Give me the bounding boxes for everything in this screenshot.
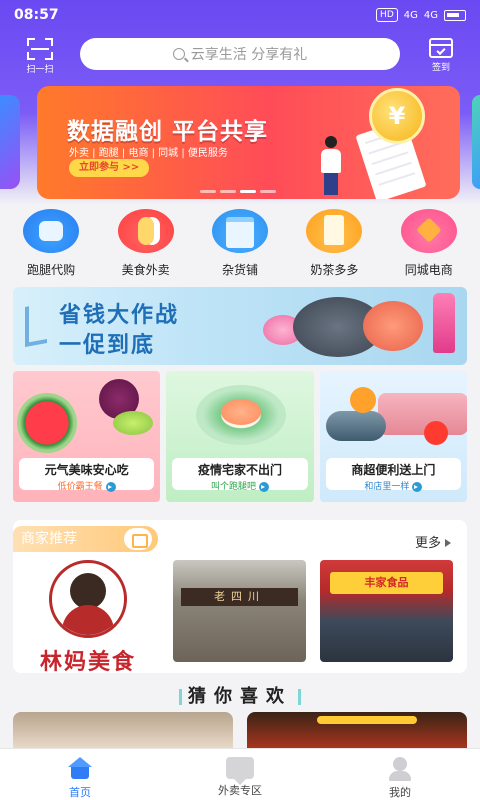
courier-box-icon [23,209,80,253]
recommendation-item[interactable] [247,712,467,748]
milk-tea-icon [306,209,363,253]
merchant-card-linma[interactable]: 林妈美食 [13,556,163,675]
card-title: 商超便利送上门 [351,463,436,477]
user-icon [387,757,413,781]
category-grocery[interactable]: 杂货铺 [195,205,285,280]
lime-image [113,411,153,435]
status-bar: 08:57 HD 4G 4G [0,0,480,30]
card-title: 元气美味安心吃 [44,463,129,477]
promo-title: 省钱大作战 [59,303,180,328]
merchant-card-store[interactable]: 丰家食品 [320,560,453,662]
banner-subtitle: 外卖 | 跑腿 | 电商 | 同城 | 便民服务 [69,148,228,159]
arrow-right-icon [412,481,423,492]
category-label: 杂货铺 [221,263,258,277]
status-indicators: HD 4G 4G [376,8,466,22]
card-caption: 元气美味安心吃 低价霸王餐 [19,458,155,492]
promo-banner[interactable]: 省钱大作战 一促到底 [13,287,467,365]
card-subtitle: 和店里一样 [326,479,461,492]
home-icon [65,757,95,781]
seafood-illustration [243,287,467,365]
signal-4g-2: 4G [423,9,438,21]
banner-cta-button[interactable]: 立即参与 >> [69,159,150,177]
search-placeholder: 云享生活 分享有礼 [190,47,308,63]
signal-4g-1: 4G [403,9,418,21]
orange-image [349,387,376,413]
more-label: 更多 [414,536,441,551]
arrow-decoration [25,303,47,347]
tab-profile[interactable]: 我的 [320,749,480,800]
tab-takeout[interactable]: 外卖专区 [160,749,320,800]
merchant-logo [49,560,127,638]
person-illustration [317,136,345,196]
card-subtitle: 低价霸王餐 [19,479,154,492]
hd-badge: HD [376,8,398,22]
merchant-name: 林妈美食 [39,650,136,675]
banner-title: 数据融创 平台共享 [67,119,269,145]
scan-icon [27,38,53,60]
guess-you-like-heading: 猜你喜欢 [0,682,480,708]
divider-bar [179,689,182,705]
search-bar[interactable]: 云享生活 分享有礼 [80,38,400,70]
hero-banner[interactable]: 数据融创 平台共享 外卖 | 跑腿 | 电商 | 同城 | 便民服务 立即参与 … [37,86,460,199]
sign-in-button[interactable]: 签到 [424,38,458,73]
category-label: 美食外卖 [121,263,170,277]
shop-sign: 老四川 [181,588,298,606]
card-title: 疫情宅家不出门 [197,463,282,477]
shop-sign: 丰家食品 [330,572,443,594]
merchant-section-title: 商家推荐 [21,531,77,547]
tomato-image [423,421,448,445]
divider-bar [298,689,301,705]
fish-image [325,411,386,441]
status-time: 08:57 [14,7,59,23]
category-grid: 跑腿代购 美食外卖 杂货铺 奶茶多多 同城电商 [0,205,480,280]
store-icon [124,528,152,550]
card-supermarket[interactable]: 商超便利送上门 和店里一样 [319,371,467,502]
category-label: 同城电商 [404,263,453,277]
promo-subtitle: 一促到底 [59,333,156,358]
tab-label: 我的 [389,786,411,799]
coin-icon: ¥ [369,88,425,144]
card-caption: 疫情宅家不出门 叫个跑腿吧 [172,458,308,492]
merchant-section-tag: 商家推荐 [13,526,158,552]
grocery-icon [211,209,268,253]
heart-shop-icon [400,209,457,253]
carousel-dots [200,190,276,193]
category-errand[interactable]: 跑腿代购 [6,205,96,280]
category-food-delivery[interactable]: 美食外卖 [101,205,191,280]
play-arrow-icon [445,539,451,547]
meat-image [377,393,467,435]
sign-in-label: 签到 [431,63,450,73]
recommendation-item[interactable] [13,712,233,748]
merchant-recommendations: 商家推荐 更多 林妈美食 老四川 丰家食品 [13,520,467,675]
calendar-check-icon [429,38,453,58]
battery-icon [444,9,466,21]
card-caption: 商超便利送上门 和店里一样 [325,458,461,492]
more-merchants-link[interactable]: 更多 [415,532,451,551]
category-label: 跑腿代购 [27,263,76,277]
arrow-right-icon [259,481,269,492]
arrow-right-icon [105,481,116,492]
tab-home[interactable]: 首页 [0,749,160,800]
scan-button[interactable]: 扫一扫 [22,38,58,75]
message-icon [226,757,254,785]
watermelon-image [17,393,77,453]
card-errand-service[interactable]: 疫情宅家不出门 叫个跑腿吧 [166,371,314,502]
bottom-tab-bar: 首页 外卖专区 我的 [0,748,480,800]
carousel-next-slide[interactable] [472,95,480,189]
card-subtitle: 叫个跑腿吧 [172,479,307,492]
feature-cards: 元气美味安心吃 低价霸王餐 疫情宅家不出门 叫个跑腿吧 商超便利送上门 和店里一… [13,371,467,502]
category-milk-tea[interactable]: 奶茶多多 [289,205,379,280]
category-label: 奶茶多多 [310,263,359,277]
category-local-shop[interactable]: 同城电商 [384,205,474,280]
carousel-prev-slide[interactable] [0,95,20,189]
guess-title: 猜你喜欢 [188,686,292,707]
search-icon [172,48,185,60]
merchant-card-laosichuan[interactable]: 老四川 [173,560,306,662]
tab-label: 首页 [69,786,91,799]
card-cheap-meals[interactable]: 元气美味安心吃 低价霸王餐 [13,371,161,502]
food-icon [117,209,174,253]
scan-label: 扫一扫 [26,65,54,75]
